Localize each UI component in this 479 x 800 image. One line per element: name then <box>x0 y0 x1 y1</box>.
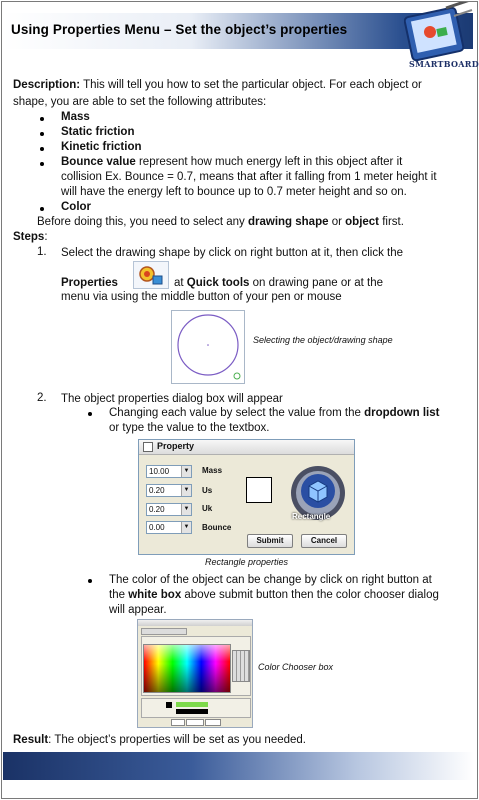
bullet-dot <box>40 132 44 136</box>
attribute-color: Color <box>61 201 92 213</box>
us-label: Us <box>202 486 213 495</box>
bounce-desc-line2: collision Ex. Bounce = 0.7, means that a… <box>61 171 437 183</box>
cancel-button[interactable]: Cancel <box>301 534 347 548</box>
color-white-box[interactable] <box>246 477 272 503</box>
dialog-titlebar: Property <box>139 440 354 455</box>
window-icon <box>143 442 153 452</box>
bullet-dot <box>40 117 44 121</box>
step2-sub2-line2: the white box above submit button then t… <box>109 589 439 601</box>
chevron-down-icon[interactable]: ▼ <box>181 522 191 533</box>
mass-combo[interactable]: 10.00 ▼ <box>146 465 192 478</box>
preview-panel <box>141 698 251 718</box>
result-line: Result: The object’s properties will be … <box>13 734 306 746</box>
cancel-button[interactable] <box>186 719 204 726</box>
step2-number: 2. <box>37 392 47 404</box>
bullet-dot <box>40 162 44 166</box>
bullet-dot <box>40 147 44 151</box>
step2-sub1-line1: Changing each value by select the value … <box>109 407 440 419</box>
dialog-title: Property <box>157 441 195 451</box>
chevron-down-icon[interactable]: ▼ <box>181 466 191 477</box>
uk-label: Uk <box>202 504 213 513</box>
ok-button[interactable] <box>171 719 185 726</box>
bounce-combo[interactable]: 0.00 ▼ <box>146 521 192 534</box>
step1-line3: menu via using the middle button of your… <box>61 291 342 303</box>
selection-note: Before doing this, you need to select an… <box>37 216 404 228</box>
step2-line1: The object properties dialog box will ap… <box>61 393 283 405</box>
color-chooser-tabs <box>141 628 187 635</box>
logo-text: SMARTBOARD <box>409 59 479 69</box>
recent-swatches[interactable] <box>232 650 250 682</box>
attribute-kinetic-friction: Kinetic friction <box>61 141 142 153</box>
preview-swatch <box>166 702 172 708</box>
color-chooser-thumbnail <box>137 619 253 728</box>
description-line1: Description: This will tell you how to s… <box>13 79 422 91</box>
caption-rectangle-properties: Rectangle properties <box>205 557 289 567</box>
bullet-dot <box>40 207 44 211</box>
swatch-palette[interactable] <box>143 644 231 693</box>
step1-properties-label: Properties <box>61 277 118 289</box>
reset-button[interactable] <box>205 719 221 726</box>
description-line2: shape, you are able to set the following… <box>13 96 267 108</box>
preview-sample-dark <box>176 709 208 714</box>
bullet-dot <box>88 579 92 583</box>
bullet-dot <box>88 412 92 416</box>
bounce-desc-line3: will have the energy left to bounce up t… <box>61 186 407 198</box>
uk-combo[interactable]: 0.20 ▼ <box>146 503 192 516</box>
selected-shape-preview <box>171 310 245 384</box>
step2-sub1-line2: or type the value to the textbox. <box>109 422 270 434</box>
attribute-static-friction: Static friction <box>61 126 135 138</box>
color-chooser-titlebar <box>138 620 252 626</box>
properties-icon <box>133 261 169 289</box>
bounce-label: Bounce <box>202 523 232 532</box>
steps-heading: Steps: <box>13 231 48 243</box>
footer-banner <box>3 752 474 780</box>
step2-sub2-line1: The color of the object can be change by… <box>109 574 432 586</box>
preview-sample-text <box>176 702 208 707</box>
rectangle-badge-text: Rectangle <box>292 512 331 521</box>
submit-button[interactable]: Submit <box>247 534 293 548</box>
attribute-mass: Mass <box>61 111 90 123</box>
caption-color-chooser: Color Chooser box <box>258 662 334 672</box>
step1-line1: Select the drawing shape by click on rig… <box>61 247 403 259</box>
chevron-down-icon[interactable]: ▼ <box>181 485 191 496</box>
chevron-down-icon[interactable]: ▼ <box>181 504 191 515</box>
us-combo[interactable]: 0.20 ▼ <box>146 484 192 497</box>
caption-selecting-shape: Selecting the object/drawing shape <box>253 335 393 345</box>
step1-quick-tools: at Quick tools on drawing pane or at the <box>174 277 384 289</box>
attribute-bounce: Bounce value represent how much energy l… <box>61 156 403 168</box>
property-dialog: Property 10.00 ▼ Mass 0.20 ▼ Us 0.20 ▼ Uk 0… <box>138 439 355 555</box>
step2-sub2-line3: will appear. <box>109 604 167 616</box>
page-title: Using Properties Menu – Set the object’s… <box>11 22 348 37</box>
mass-label: Mass <box>202 466 223 475</box>
step1-number: 1. <box>37 246 47 258</box>
